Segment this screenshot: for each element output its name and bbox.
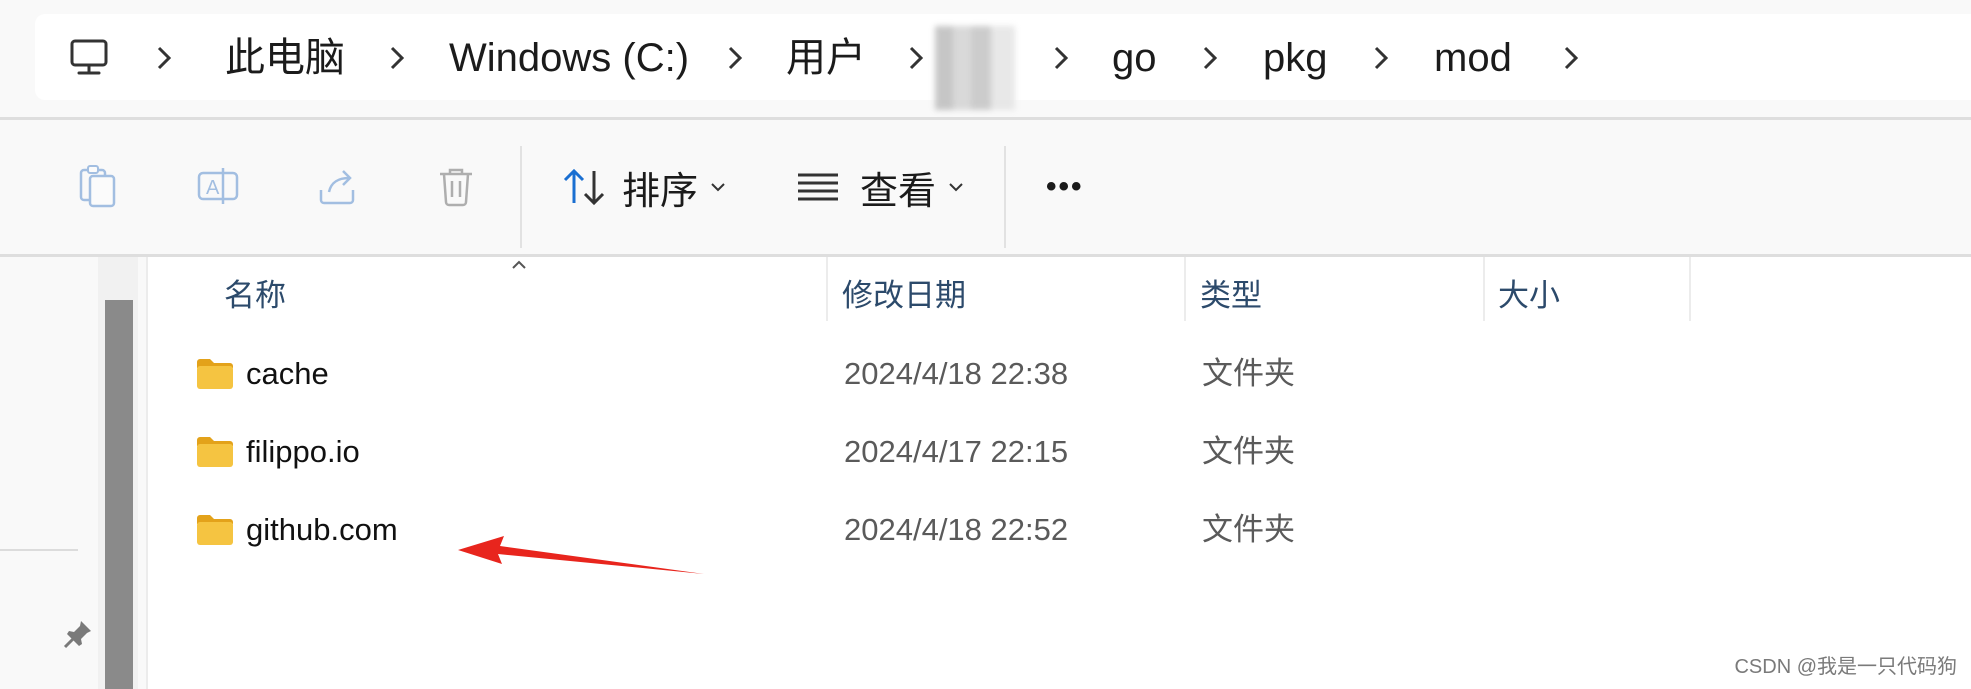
file-name[interactable]: cache (246, 349, 329, 399)
chevron-right-icon[interactable] (1556, 28, 1586, 88)
column-header-type[interactable]: 类型 (1200, 271, 1262, 321)
folder-icon (197, 515, 233, 545)
view-list-icon (798, 173, 838, 201)
breadcrumb-windows-c[interactable]: Windows (C:) (449, 28, 689, 88)
watermark: CSDN @我是一只代码狗 (1734, 656, 1957, 678)
file-modified: 2024/4/18 22:52 (844, 512, 1069, 547)
file-type: 文件夹 (1202, 434, 1295, 469)
rename-icon[interactable]: A (196, 164, 240, 208)
file-type: 文件夹 (1202, 512, 1295, 547)
share-icon[interactable] (315, 164, 359, 208)
column-header-size[interactable]: 大小 (1498, 271, 1560, 321)
more-options-button[interactable]: ••• (1046, 162, 1084, 212)
toolbar-separator (1004, 146, 1006, 248)
chevron-right-icon[interactable] (720, 28, 750, 88)
chevron-right-icon[interactable] (901, 28, 931, 88)
svg-text:A: A (206, 177, 220, 199)
copy-icon[interactable] (76, 164, 120, 208)
column-header-name[interactable]: 名称 (224, 271, 286, 321)
column-separator[interactable] (826, 257, 828, 321)
sort-button[interactable]: 排序 (562, 162, 726, 213)
column-separator[interactable] (1689, 257, 1691, 321)
column-header-modified[interactable]: 修改日期 (842, 271, 966, 321)
chevron-right-icon[interactable] (149, 28, 179, 88)
pin-icon[interactable] (62, 618, 94, 650)
chevron-down-icon (949, 183, 963, 192)
file-row[interactable]: filippo.io 2024/4/17 22:15 文件夹 (148, 417, 1698, 487)
chevron-right-icon[interactable] (382, 28, 412, 88)
file-modified: 2024/4/18 22:38 (844, 356, 1069, 391)
column-separator[interactable] (1184, 257, 1186, 321)
delete-icon[interactable] (434, 164, 478, 208)
folder-icon (197, 437, 233, 467)
this-pc-icon[interactable] (67, 35, 111, 79)
column-separator[interactable] (1483, 257, 1485, 321)
sort-label: 排序 (622, 170, 699, 213)
red-arrow-annotation (458, 536, 704, 574)
folder-icon (197, 359, 233, 389)
breadcrumb-mod[interactable]: mod (1434, 28, 1512, 88)
nav-scrollbar-thumb[interactable] (105, 300, 133, 689)
file-name[interactable]: github.com (246, 505, 398, 555)
file-modified: 2024/4/17 22:15 (844, 434, 1069, 469)
chevron-right-icon[interactable] (1366, 28, 1396, 88)
chevron-right-icon[interactable] (1195, 28, 1225, 88)
file-list: 名称 修改日期 类型 大小 cache 2024/4/18 22:38 文件夹 … (148, 257, 1971, 689)
view-label: 查看 (860, 170, 937, 213)
file-row[interactable]: cache 2024/4/18 22:38 文件夹 (148, 339, 1698, 409)
file-type: 文件夹 (1202, 356, 1295, 391)
sort-ascending-indicator (512, 260, 526, 269)
chevron-right-icon[interactable] (1046, 28, 1076, 88)
file-row[interactable]: github.com 2024/4/18 22:52 文件夹 (148, 495, 1698, 565)
command-bar: A 排序 查看 ••• (0, 120, 1971, 254)
breadcrumb-pkg[interactable]: pkg (1263, 28, 1328, 88)
breadcrumb-users[interactable]: 用户 (786, 28, 866, 88)
breadcrumb-this-pc[interactable]: 此电脑 (225, 28, 345, 88)
file-name[interactable]: filippo.io (246, 427, 360, 477)
nav-divider (0, 549, 78, 551)
view-button[interactable]: 查看 (796, 162, 964, 213)
sort-icon (563, 168, 605, 206)
breadcrumb-go[interactable]: go (1112, 28, 1157, 88)
toolbar-separator (520, 146, 522, 248)
chevron-down-icon (711, 183, 725, 192)
blurred-username-segment (935, 26, 1015, 110)
